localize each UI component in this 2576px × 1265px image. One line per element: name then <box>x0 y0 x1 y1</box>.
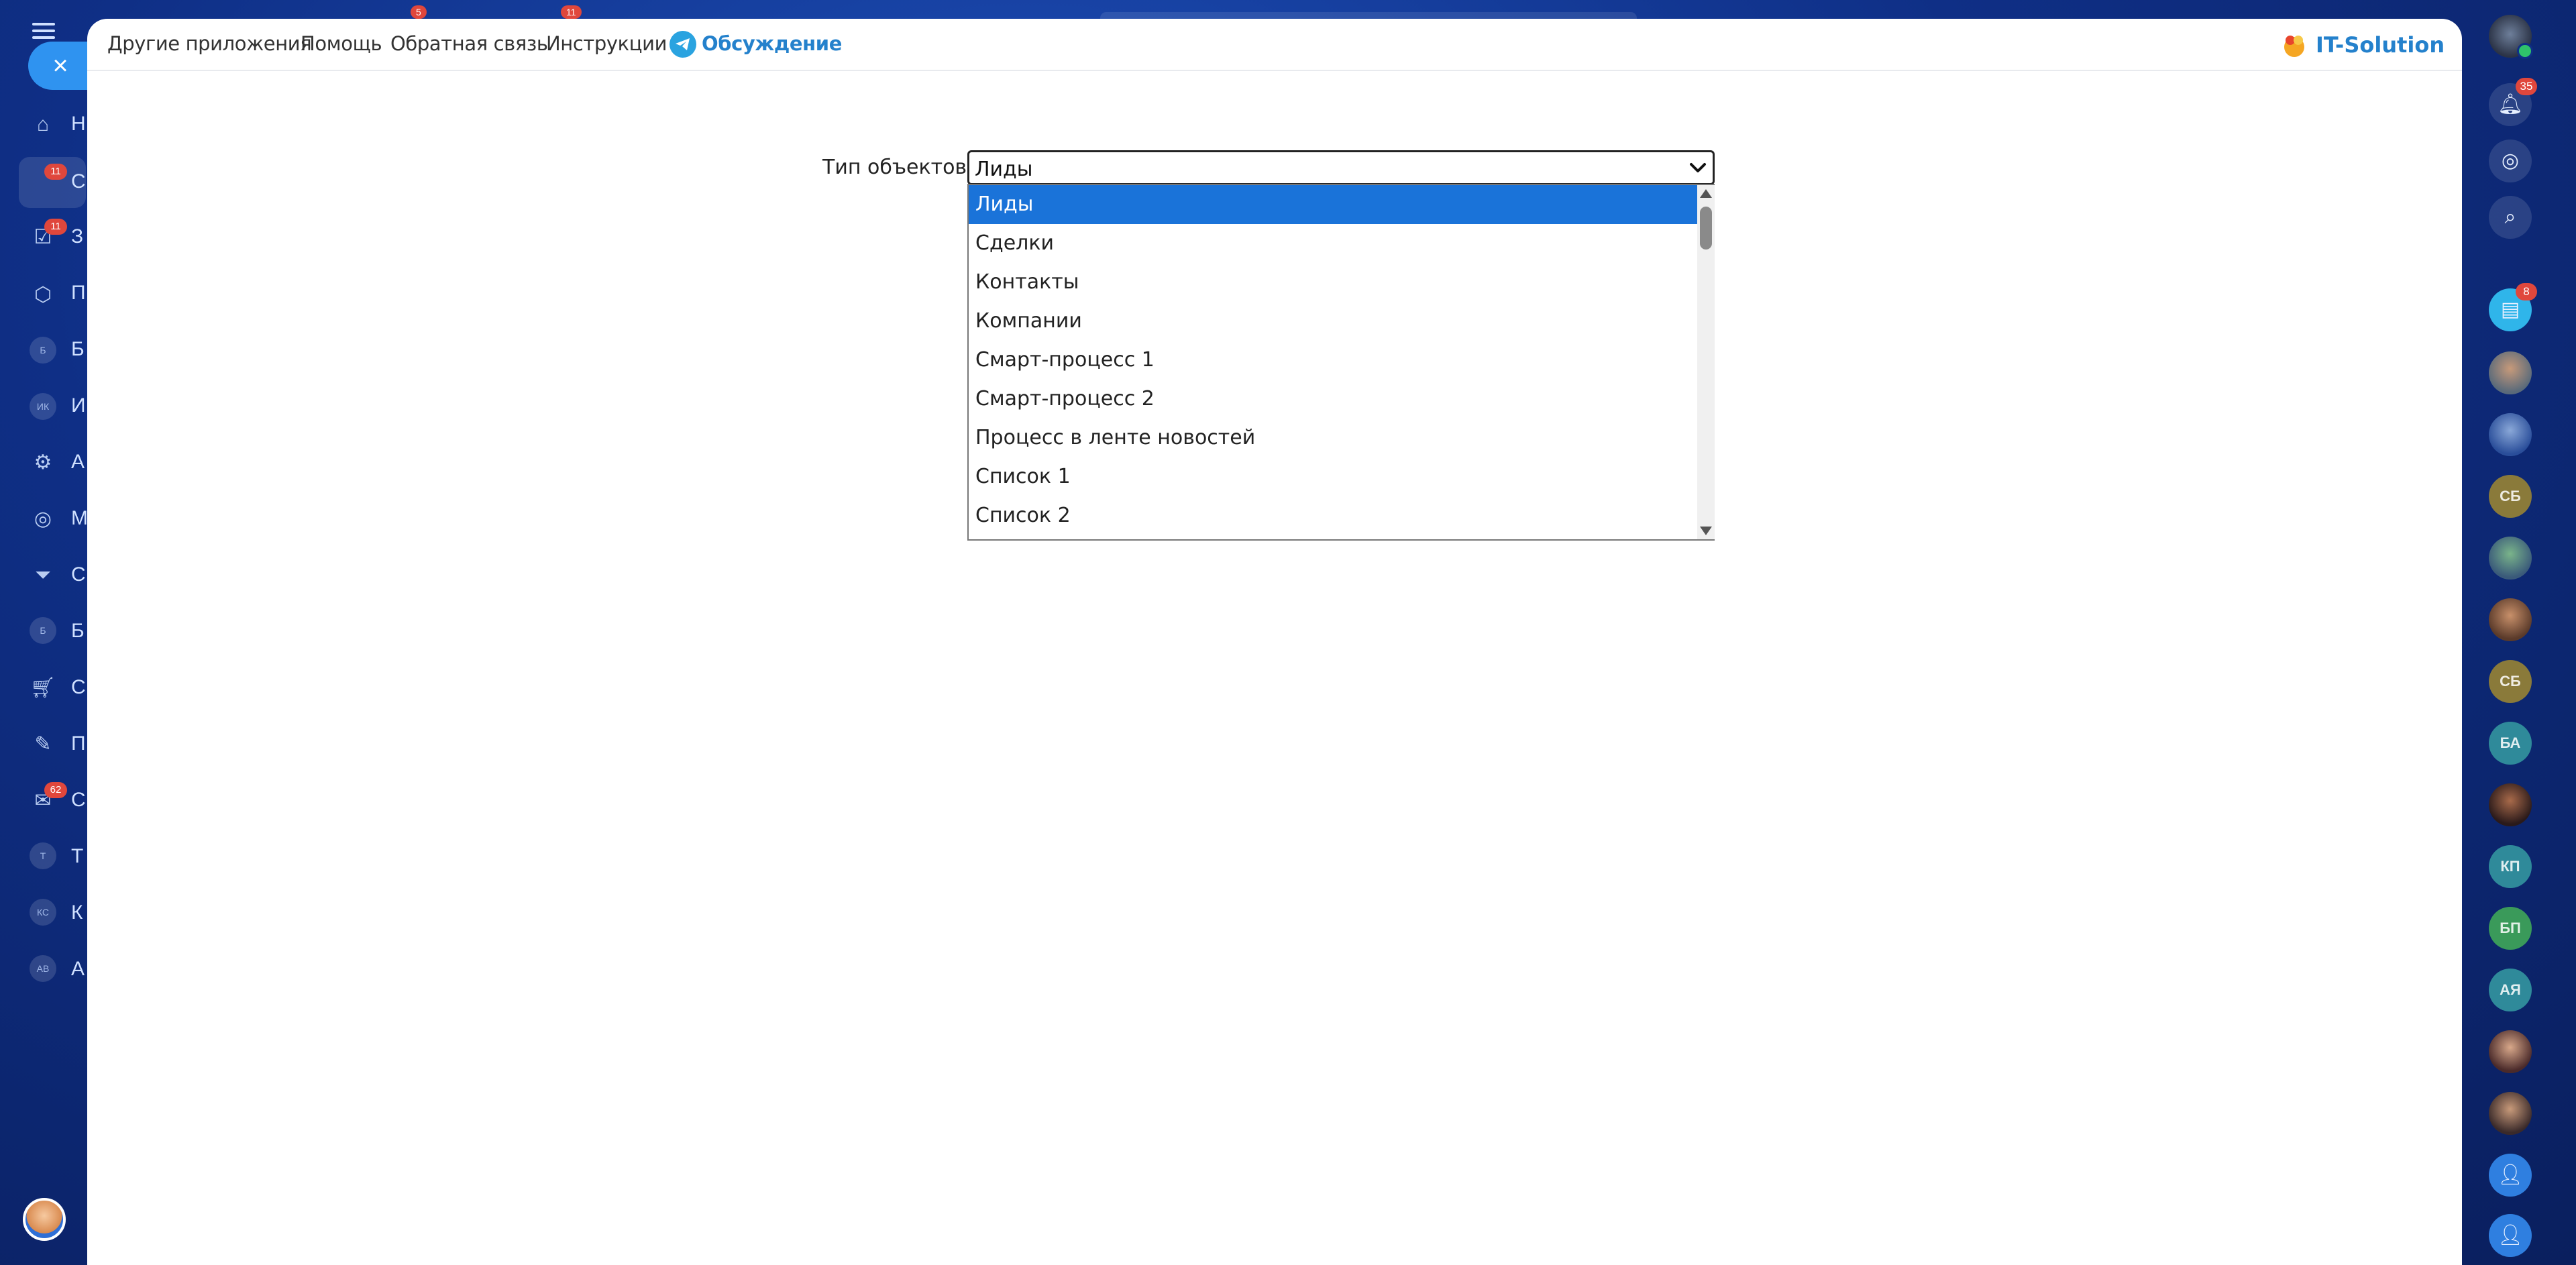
left-menu-letter: Т <box>71 845 84 867</box>
option-feed-process[interactable]: Процесс в ленте новостей <box>969 419 1697 457</box>
home-icon[interactable]: ⌂ <box>28 110 58 140</box>
scroll-down-arrow-icon[interactable] <box>1700 527 1712 535</box>
chat-badge: 8 <box>2516 283 2537 300</box>
left-menu-letter: П <box>71 732 86 755</box>
app-top-nav: Другие приложения Помощь Обратная связь … <box>87 19 2462 71</box>
left-menu-initials[interactable]: АВ <box>30 955 56 982</box>
object-type-selected-value: Лиды <box>975 158 1033 181</box>
option-leads[interactable]: Лиды <box>969 185 1697 224</box>
it-solution-logo-icon[interactable] <box>2281 32 2308 59</box>
chat-icon[interactable]: ▤ 8 <box>2489 283 2537 331</box>
option-smart-process-2[interactable]: Смарт-процесс 2 <box>969 380 1697 419</box>
funnel-icon[interactable]: ⏷ <box>28 561 58 590</box>
pencil-icon[interactable]: ✎ <box>28 730 58 759</box>
online-status-icon <box>2517 43 2533 59</box>
right-sidebar: 🔔︎ 35 ◎ ⌕ ▤ 8 СБ СБ БА КП БП АЯ 👤︎ 👤︎ <box>2463 0 2576 1265</box>
chevron-down-icon <box>1690 163 1706 172</box>
scroll-thumb[interactable] <box>1700 207 1712 250</box>
left-menu-letter: И <box>71 394 86 417</box>
target-icon[interactable]: ◎ <box>28 504 58 534</box>
search-chat-icon[interactable]: ⌕ <box>2489 196 2532 239</box>
menu-burger-icon[interactable] <box>32 23 55 39</box>
option-deals[interactable]: Сделки <box>969 224 1697 263</box>
contact-initials[interactable]: БП <box>2489 907 2532 950</box>
left-menu-badge: 62 <box>44 782 67 798</box>
left-menu-letter: Б <box>71 620 85 642</box>
left-menu-initials[interactable]: ИК <box>30 393 56 420</box>
object-type-dropdown[interactable]: Лиды Сделки Контакты Компании Смарт-проц… <box>967 184 1715 541</box>
option-list-2[interactable]: Список 2 <box>969 496 1697 535</box>
contact-initials[interactable]: КП <box>2489 845 2532 888</box>
left-menu-letter: К <box>71 901 83 924</box>
user-profile-avatar[interactable] <box>2489 15 2533 59</box>
brand-name[interactable]: IT-Solution <box>2316 32 2445 58</box>
contact-avatar[interactable] <box>2489 1092 2532 1135</box>
option-smart-process-1[interactable]: Смарт-процесс 1 <box>969 341 1697 380</box>
left-menu-badge: 11 <box>44 219 67 235</box>
nav-help[interactable]: Помощь <box>301 32 382 55</box>
robot-icon[interactable]: ⚙ <box>28 448 58 478</box>
left-menu-letter: Н <box>71 113 86 135</box>
user-clock-icon[interactable]: 👤︎ <box>2489 1154 2532 1197</box>
cart-icon[interactable]: 🛒︎ <box>28 673 58 703</box>
nav-other-apps[interactable]: Другие приложения <box>107 32 312 55</box>
left-menu-letter: С <box>71 789 86 811</box>
close-slider-button[interactable]: × <box>28 42 93 90</box>
nav-feedback[interactable]: Обратная связь <box>390 32 548 55</box>
contact-avatar[interactable] <box>2489 413 2532 456</box>
option-list-1[interactable]: Список 1 <box>969 457 1697 496</box>
left-menu-letter: С <box>71 563 86 586</box>
left-menu-badge: 11 <box>44 164 67 180</box>
left-menu-letter: С <box>71 170 86 192</box>
left-menu-letter: А <box>71 958 85 980</box>
object-type-select[interactable]: Лиды <box>967 150 1715 185</box>
left-menu-initials[interactable]: Т <box>30 842 56 869</box>
left-menu-initials[interactable]: Б <box>30 337 56 364</box>
left-menu-letter: З <box>71 225 84 248</box>
background-left-sidebar: ⌂ Н ⟲ 11 С ☑ 11 З ⬡ П Б Б ИК И ⚙ А ◎ М ⏷… <box>0 0 94 1265</box>
contact-avatar[interactable] <box>2489 598 2532 641</box>
app-slider: Другие приложения Помощь Обратная связь … <box>87 19 2462 1265</box>
option-companies[interactable]: Компании <box>969 302 1697 341</box>
user-clock-icon[interactable]: 👤︎ <box>2489 1214 2532 1257</box>
copilot-icon[interactable]: ◎ <box>2489 140 2532 182</box>
current-user-avatar[interactable] <box>23 1198 66 1241</box>
dropdown-scrollbar[interactable] <box>1697 185 1715 539</box>
bell-icon[interactable]: 🔔︎ 35 <box>2489 78 2537 126</box>
left-menu-letter: А <box>71 451 85 473</box>
option-contacts[interactable]: Контакты <box>969 263 1697 302</box>
cube-icon[interactable]: ⬡ <box>28 280 58 310</box>
left-menu-initials[interactable]: КС <box>30 899 56 926</box>
scroll-up-arrow-icon[interactable] <box>1700 189 1712 198</box>
top-badge: 11 <box>561 5 582 19</box>
contact-avatar[interactable] <box>2489 783 2532 826</box>
contact-initials[interactable]: СБ <box>2489 660 2532 703</box>
left-menu-initials[interactable]: Б <box>30 617 56 644</box>
contact-initials[interactable]: БА <box>2489 722 2532 765</box>
telegram-icon[interactable] <box>669 31 696 58</box>
contact-avatar[interactable] <box>2489 1030 2532 1073</box>
left-menu-letter: Б <box>71 338 85 360</box>
contact-avatar[interactable] <box>2489 351 2532 394</box>
object-type-label: Тип объектов: <box>822 156 974 179</box>
left-menu-letter: М <box>71 507 88 529</box>
nav-instructions[interactable]: Инструкции <box>546 32 667 55</box>
nav-discussion[interactable]: Обсуждение <box>702 32 842 55</box>
contact-initials[interactable]: АЯ <box>2489 969 2532 1011</box>
notifications-badge: 35 <box>2516 78 2537 95</box>
top-badge: 5 <box>411 5 427 19</box>
left-menu-letter: П <box>71 282 86 304</box>
contact-initials[interactable]: СБ <box>2489 475 2532 518</box>
contact-avatar[interactable] <box>2489 537 2532 580</box>
left-menu-letter: С <box>71 676 86 698</box>
